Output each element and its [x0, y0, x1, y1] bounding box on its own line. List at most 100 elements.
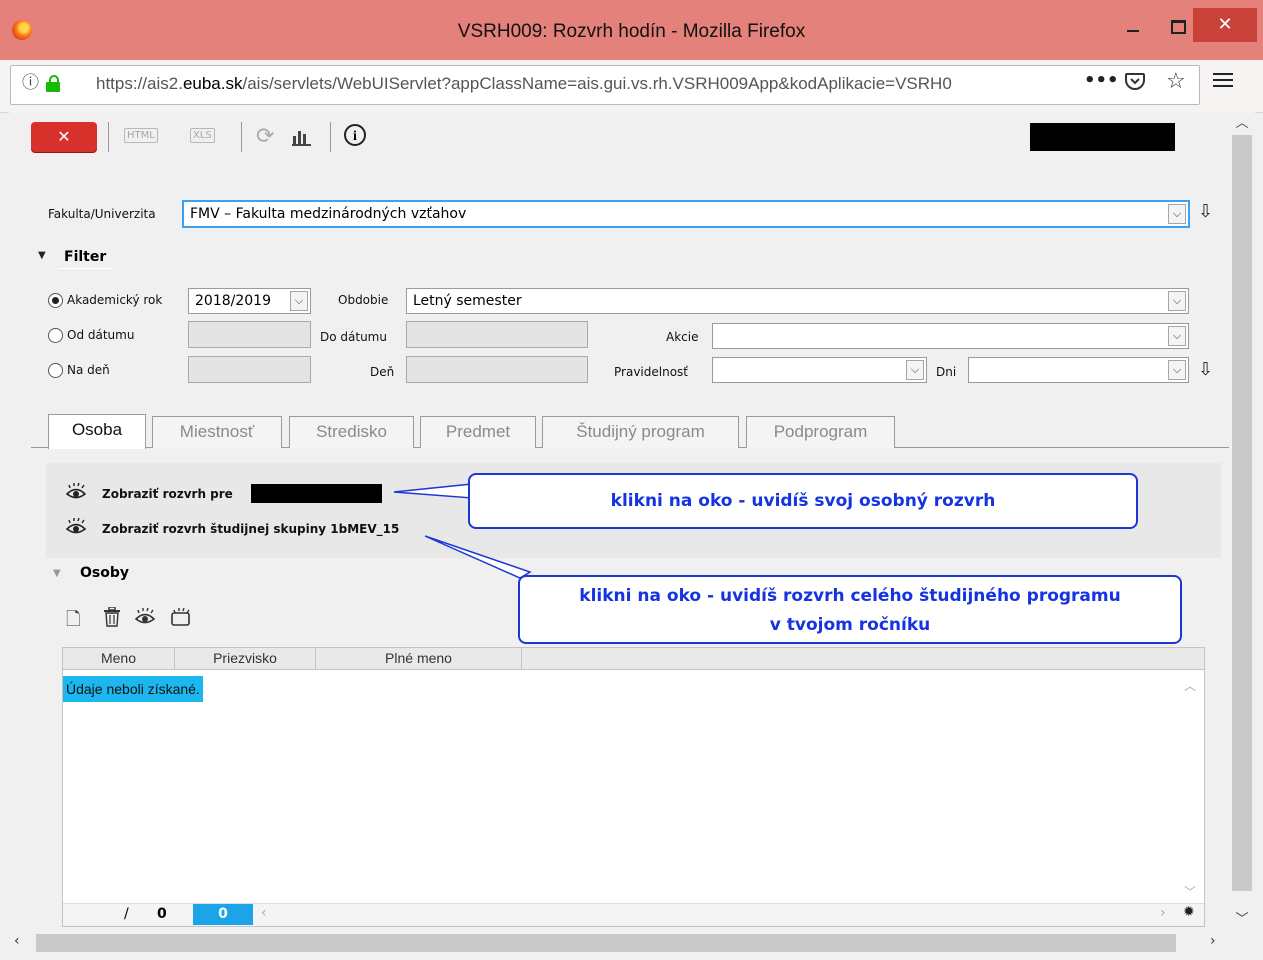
akademicky-rok-value: 2018/2019	[195, 293, 271, 309]
od-datumu-field[interactable]	[188, 321, 311, 348]
window-close-button[interactable]: ✕	[1193, 8, 1257, 42]
scroll-down-icon[interactable]: ﹀	[1232, 908, 1252, 928]
show-personal-schedule-link[interactable]: Zobraziť rozvrh pre	[102, 487, 233, 501]
scroll-left-icon[interactable]: ‹	[261, 905, 267, 921]
tab-studijny-program[interactable]: Študijný program	[542, 416, 739, 448]
show-group-schedule-link[interactable]: Zobraziť rozvrh študijnej skupiny 1bMEV_…	[102, 522, 399, 536]
url-text[interactable]: https://ais2.euba.sk/ais/servlets/WebUIS…	[96, 74, 952, 94]
table-scroll-up-icon[interactable]: ︿	[1184, 677, 1196, 694]
na-den-label: Na deň	[67, 363, 110, 377]
chevron-down-icon[interactable]: ⌵	[1168, 204, 1186, 224]
akcie-label: Akcie	[666, 330, 699, 344]
den-field[interactable]	[406, 356, 588, 383]
gear-icon[interactable]: ✹	[1183, 904, 1195, 920]
column-header-priezvisko[interactable]: Priezvisko	[175, 648, 316, 669]
table-scroll-down-icon[interactable]: ﹀	[1184, 883, 1196, 900]
pager-current[interactable]: 0	[193, 904, 253, 925]
tab-podprogram[interactable]: Podprogram	[746, 416, 895, 448]
maximize-button[interactable]	[1165, 16, 1191, 40]
akademicky-rok-select[interactable]: 2018/2019 ⌵	[188, 288, 311, 314]
collapse-triangle-icon[interactable]: ▼	[38, 250, 46, 261]
info-icon[interactable]: ⓘ	[22, 74, 40, 92]
obdobie-label: Obdobie	[338, 293, 389, 307]
eye-icon[interactable]	[65, 517, 89, 538]
eye-icon[interactable]	[134, 607, 156, 632]
about-icon[interactable]: i	[344, 124, 366, 146]
redacted-user-box	[1030, 123, 1175, 151]
radio-od-datumu[interactable]	[48, 328, 63, 343]
akademicky-rok-label: Akademický rok	[67, 293, 163, 307]
vertical-scroll-thumb[interactable]	[1232, 135, 1252, 891]
window-titlebar: VSRH009: Rozvrh hodín - Mozilla Firefox	[0, 0, 1263, 60]
tab-predmet[interactable]: Predmet	[420, 416, 536, 448]
toolbar-separator	[330, 122, 331, 152]
toolbar-separator	[241, 122, 242, 152]
column-header-plne-meno[interactable]: Plné meno	[316, 648, 522, 669]
pager-separator: /	[124, 906, 129, 922]
chevron-down-icon[interactable]: ⌵	[1168, 291, 1186, 311]
xls-export-icon[interactable]: XLS	[190, 128, 215, 143]
od-datumu-label: Od dátumu	[67, 328, 135, 342]
pravidelnost-select[interactable]: ⌵	[712, 357, 927, 383]
toolbar-separator	[108, 122, 109, 152]
pocket-icon[interactable]	[1124, 70, 1146, 92]
empty-table-message: Údaje neboli získané.	[63, 676, 203, 702]
collapse-triangle-icon[interactable]: ▼	[53, 568, 61, 579]
scroll-up-icon[interactable]: ︿	[1232, 112, 1252, 132]
refresh-icon[interactable]: ⟳	[256, 124, 274, 149]
lock-icon[interactable]	[46, 75, 60, 92]
radio-na-den[interactable]	[48, 363, 63, 378]
new-document-icon[interactable]: 🗋	[66, 607, 80, 637]
callout-group-line1: klikni na oko - uvidíš rozvrh celého štu…	[579, 586, 1121, 606]
chart-icon[interactable]	[292, 128, 312, 146]
column-header-meno[interactable]: Meno	[63, 648, 175, 669]
firefox-logo-icon	[12, 20, 32, 40]
scroll-left-icon[interactable]: ‹	[14, 933, 20, 949]
window-title: VSRH009: Rozvrh hodín - Mozilla Firefox	[457, 21, 806, 42]
chevron-down-icon[interactable]: ⌵	[1168, 360, 1186, 380]
osoby-heading: Osoby	[80, 565, 129, 581]
radio-akademicky-rok[interactable]	[48, 293, 63, 308]
trash-icon[interactable]	[103, 606, 121, 632]
obdobie-value: Letný semester	[413, 293, 522, 309]
chevron-down-icon[interactable]: ⌵	[290, 291, 308, 311]
callout-group: klikni na oko - uvidíš rozvrh celého štu…	[518, 575, 1182, 644]
html-export-icon[interactable]: HTML	[124, 128, 158, 143]
tab-miestnost[interactable]: Miestnosť	[152, 416, 282, 448]
fakulta-label: Fakulta/Univerzita	[48, 207, 156, 221]
minimize-button[interactable]	[1120, 16, 1146, 40]
close-app-button[interactable]: ✕	[31, 122, 97, 152]
persons-table[interactable]	[62, 647, 1205, 927]
filter-heading: Filter	[64, 249, 107, 265]
fakulta-select[interactable]: FMV – Fakulta medzinárodných vzťahov ⌵	[182, 200, 1190, 228]
scroll-right-icon[interactable]: ›	[1210, 933, 1216, 949]
fakulta-value: FMV – Fakulta medzinárodných vzťahov	[190, 206, 467, 222]
tab-osoba[interactable]: Osoba	[48, 414, 146, 449]
eye-icon[interactable]	[65, 482, 89, 503]
arrow-down-icon[interactable]: ⇩	[1198, 201, 1213, 222]
callout-group-line2: v tvojom ročníku	[769, 615, 931, 635]
pager-total: 0	[157, 906, 167, 922]
obdobie-select[interactable]: Letný semester ⌵	[406, 288, 1189, 314]
redacted-name	[251, 484, 382, 503]
menu-icon[interactable]	[1213, 70, 1233, 88]
scroll-right-icon[interactable]: ›	[1160, 905, 1166, 921]
callout-personal: klikni na oko - uvidíš svoj osobný rozvr…	[468, 473, 1138, 529]
dni-select[interactable]: ⌵	[968, 357, 1189, 383]
dni-label: Dni	[936, 365, 957, 379]
horizontal-scroll-thumb[interactable]	[36, 934, 1176, 952]
chevron-down-icon[interactable]: ⌵	[1168, 326, 1186, 346]
chevron-down-icon[interactable]: ⌵	[906, 360, 924, 380]
more-icon[interactable]: •••	[1084, 70, 1119, 91]
den-label: Deň	[370, 365, 395, 379]
star-icon[interactable]: ☆	[1166, 69, 1186, 94]
do-datumu-field[interactable]	[406, 321, 588, 348]
arrow-down-icon[interactable]: ⇩	[1198, 359, 1213, 380]
eye-closed-icon[interactable]	[170, 607, 192, 632]
na-den-field[interactable]	[188, 356, 311, 383]
do-datumu-label: Do dátumu	[320, 330, 387, 344]
filter-underline	[58, 268, 112, 269]
pravidelnost-label: Pravidelnosť	[614, 365, 688, 379]
akcie-select[interactable]: ⌵	[712, 323, 1189, 349]
tab-stredisko[interactable]: Stredisko	[289, 416, 414, 448]
